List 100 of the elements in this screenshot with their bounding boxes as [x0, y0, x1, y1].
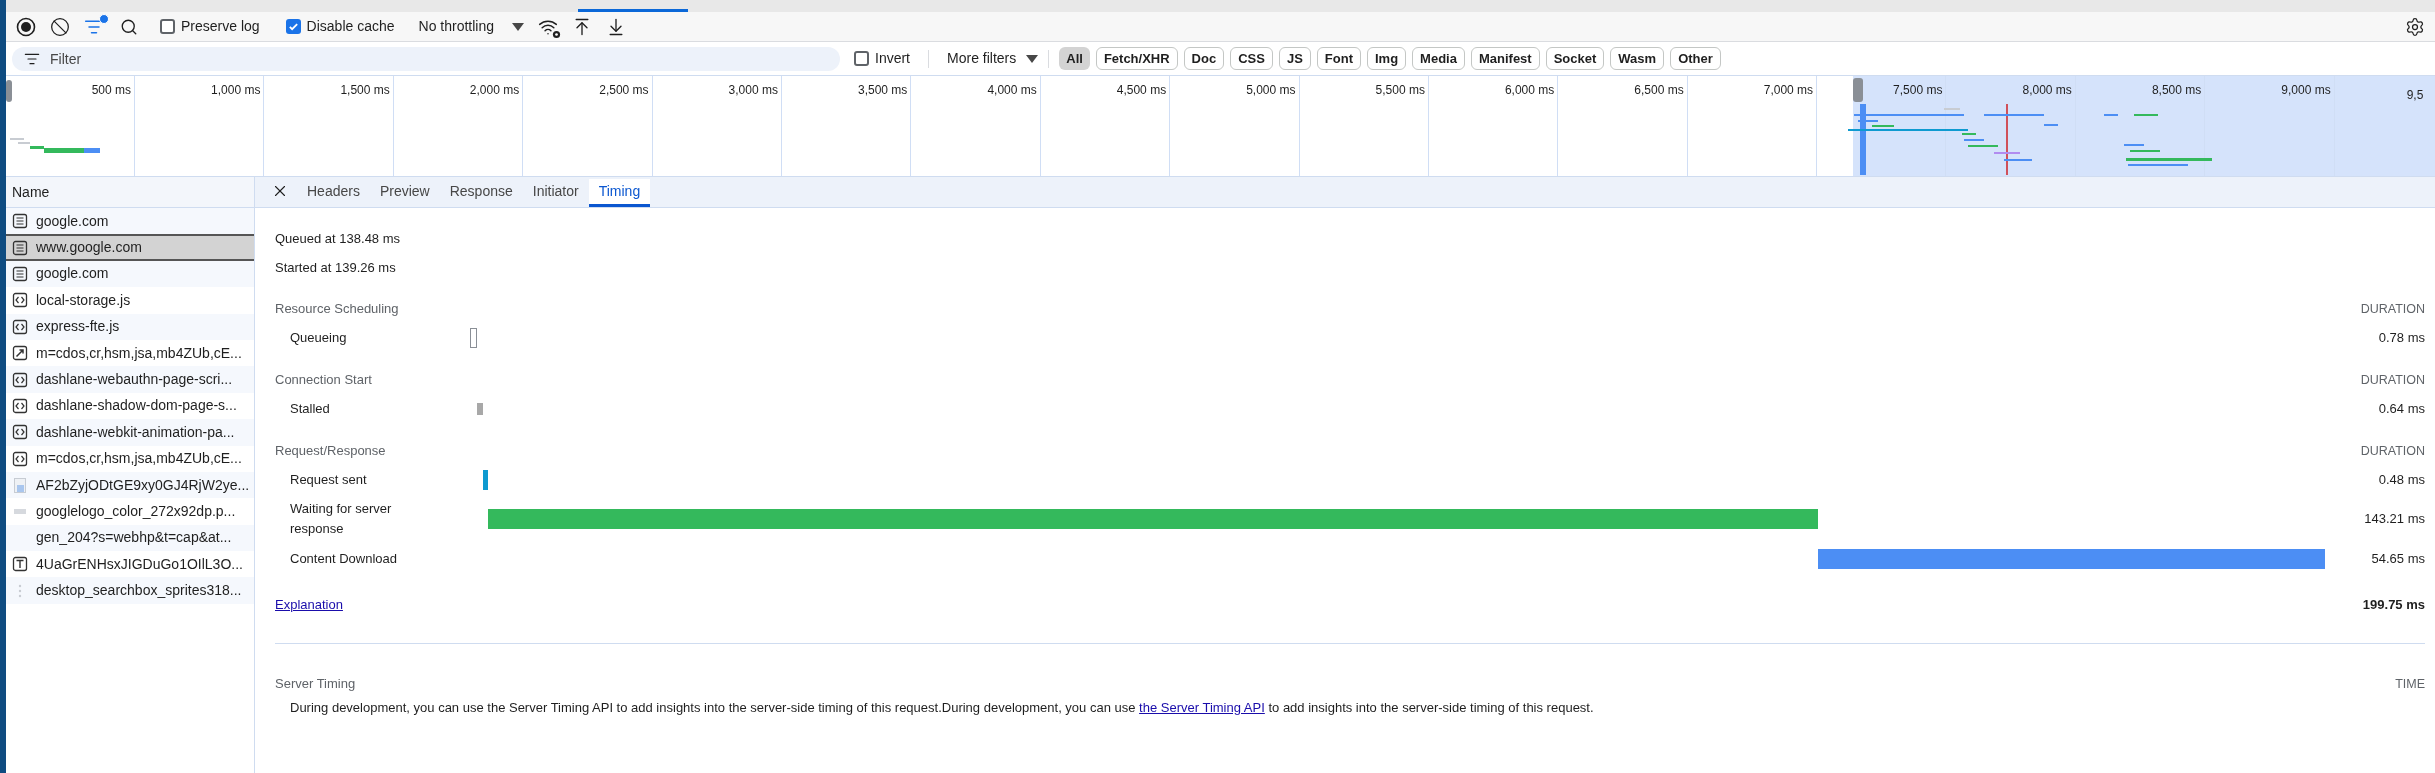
explanation-link[interactable]: Explanation: [275, 595, 343, 615]
phase-duration: 54.65 ms: [2370, 550, 2425, 569]
type-filter-chip[interactable]: Socket: [1545, 47, 1605, 70]
request-row[interactable]: gen_204?s=webhp&t=cap&at...: [6, 524, 254, 552]
time-tick-label: 3,000 ms: [728, 82, 778, 98]
throttling-dropdown[interactable]: No throttling: [418, 16, 524, 37]
overview-handle[interactable]: [1853, 78, 1863, 102]
type-filter-chip[interactable]: Manifest: [1470, 47, 1540, 70]
request-name: dashlane-shadow-dom-page-s...: [36, 396, 237, 416]
total-duration: 199.75 ms: [2362, 596, 2425, 615]
request-row[interactable]: google.com: [6, 260, 254, 288]
section-title: Connection Start: [275, 371, 372, 390]
time-tick-label: 8,500 ms: [2151, 82, 2202, 98]
detail-tab[interactable]: Preview: [369, 179, 440, 207]
section-title: Request/Response: [275, 442, 386, 461]
type-filter-chip[interactable]: Font: [1316, 47, 1361, 70]
document-icon: [12, 213, 28, 230]
font-icon: [12, 556, 28, 573]
more-filters-dropdown[interactable]: More filters: [947, 48, 1039, 69]
code-icon: [12, 371, 28, 388]
phase-duration: 0.78 ms: [2377, 329, 2425, 348]
request-row[interactable]: google.com: [6, 208, 254, 235]
time-tick-label: 1,500 ms: [340, 82, 390, 98]
sprite-icon: [18, 583, 22, 598]
type-filter-chip[interactable]: CSS: [1230, 47, 1273, 70]
checkbox-label: Preserve log: [181, 17, 260, 36]
section-title: Resource Scheduling: [275, 300, 399, 319]
request-row[interactable]: AF2bZyjODtGE9xy0GJ4RjW2ye...: [6, 471, 254, 499]
caret-icon: [512, 22, 524, 31]
request-name: googlelogo_color_272x92dp.p...: [36, 502, 236, 521]
detail-tab[interactable]: Response: [439, 179, 523, 207]
search-icon[interactable]: [120, 17, 138, 36]
phase-label: Stalled: [289, 400, 331, 418]
column-heading: DURATION: [2360, 371, 2425, 389]
thumbnail-icon: [14, 509, 26, 514]
phase-label: Queueing: [289, 329, 348, 347]
request-name: AF2bZyjODtGE9xy0GJ4RjW2ye...: [36, 475, 250, 495]
filter-field[interactable]: Filter: [12, 46, 840, 71]
time-tick-label: 9,5: [2406, 88, 2424, 102]
code-icon: [12, 292, 28, 309]
detail-tab[interactable]: Initiator: [522, 179, 589, 207]
settings-icon[interactable]: [2405, 16, 2425, 37]
phase-duration: 0.48 ms: [2377, 471, 2425, 490]
started-time: Started at 139.26 ms: [275, 258, 396, 277]
type-filter-chip[interactable]: Wasm: [1610, 47, 1665, 70]
time-tick-label: 1,000 ms: [211, 82, 261, 98]
type-filter-chip[interactable]: Fetch/XHR: [1095, 47, 1178, 70]
type-filter-chip[interactable]: Media: [1412, 47, 1465, 70]
request-name: m=cdos,cr,hsm,jsa,mb4ZUb,cE...: [36, 343, 242, 363]
column-heading: DURATION: [2360, 300, 2425, 318]
phase-label: Waiting for server response: [289, 500, 393, 538]
time-tick-label: 2,500 ms: [599, 82, 649, 98]
phase-duration: 143.21 ms: [2363, 510, 2425, 529]
checkbox[interactable]: [285, 19, 301, 34]
check-icon: [287, 21, 299, 32]
request-name: local-storage.js: [36, 290, 131, 310]
image-icon: [14, 477, 26, 493]
request-row[interactable]: desktop_searchbox_sprites318...: [6, 577, 254, 604]
phase-label: Content Download: [289, 550, 398, 568]
time-tick-label: 7,000 ms: [1763, 82, 1814, 98]
type-filter-chip[interactable]: Other: [1670, 47, 1721, 70]
request-row[interactable]: dashlane-webauthn-page-scri...: [6, 366, 254, 393]
request-name: dashlane-webauthn-page-scri...: [36, 370, 233, 390]
checkbox[interactable]: [854, 51, 869, 66]
column-header: Name: [12, 182, 50, 202]
checkbox[interactable]: [160, 19, 175, 34]
time-tick-label: 3,500 ms: [858, 82, 908, 98]
server-timing-api-link[interactable]: the Server Timing API: [1139, 700, 1265, 715]
request-name: www.google.com: [36, 238, 142, 258]
request-name: gen_204?s=webhp&t=cap&at...: [36, 528, 232, 548]
request-name: m=cdos,cr,hsm,jsa,mb4ZUb,cE...: [36, 449, 242, 469]
time-tick-label: 5,000 ms: [1246, 82, 1296, 98]
time-tick-label: 500 ms: [91, 82, 131, 98]
code-icon: [12, 318, 28, 335]
request-name: desktop_searchbox_sprites318...: [36, 581, 242, 601]
phase-duration: 0.64 ms: [2377, 400, 2425, 419]
overview-handle[interactable]: [6, 80, 12, 102]
type-filter-chip[interactable]: Doc: [1183, 47, 1225, 70]
request-row[interactable]: dashlane-webkit-animation-pa...: [6, 419, 254, 446]
column-heading: DURATION: [2360, 442, 2425, 460]
checkbox-label: Invert: [875, 49, 910, 68]
caret-icon: [1026, 54, 1039, 63]
type-filter-chip[interactable]: JS: [1278, 47, 1311, 70]
type-filter-chip[interactable]: Img: [1366, 47, 1407, 70]
column-heading: TIME: [2395, 675, 2425, 693]
record-icon[interactable]: [16, 16, 36, 37]
filter-icon[interactable]: [84, 16, 106, 37]
detail-tab[interactable]: Timing: [588, 179, 651, 207]
clear-icon[interactable]: [50, 16, 70, 37]
detail-tab[interactable]: Headers: [297, 179, 370, 207]
time-tick-label: 2,000 ms: [469, 82, 520, 98]
time-tick-label: 7,500 ms: [1893, 82, 1943, 98]
request-name: 4UaGrENHsxJIGDuGo1OIlL3O...: [36, 554, 243, 574]
time-tick-label: 6,500 ms: [1634, 82, 1684, 98]
request-row[interactable]: express-fte.js: [6, 313, 254, 340]
type-filter-chip[interactable]: All: [1059, 47, 1090, 70]
request-row[interactable]: www.google.com: [6, 234, 254, 261]
time-tick-label: 6,000 ms: [1504, 82, 1555, 98]
document-icon: [12, 239, 28, 256]
server-timing-description: During development, you can use the Server Timing API to add insights into the server-side timing of this request.During development, you can use the Server Timing API to add insights into the server-side timing of this request.: [289, 699, 1595, 717]
